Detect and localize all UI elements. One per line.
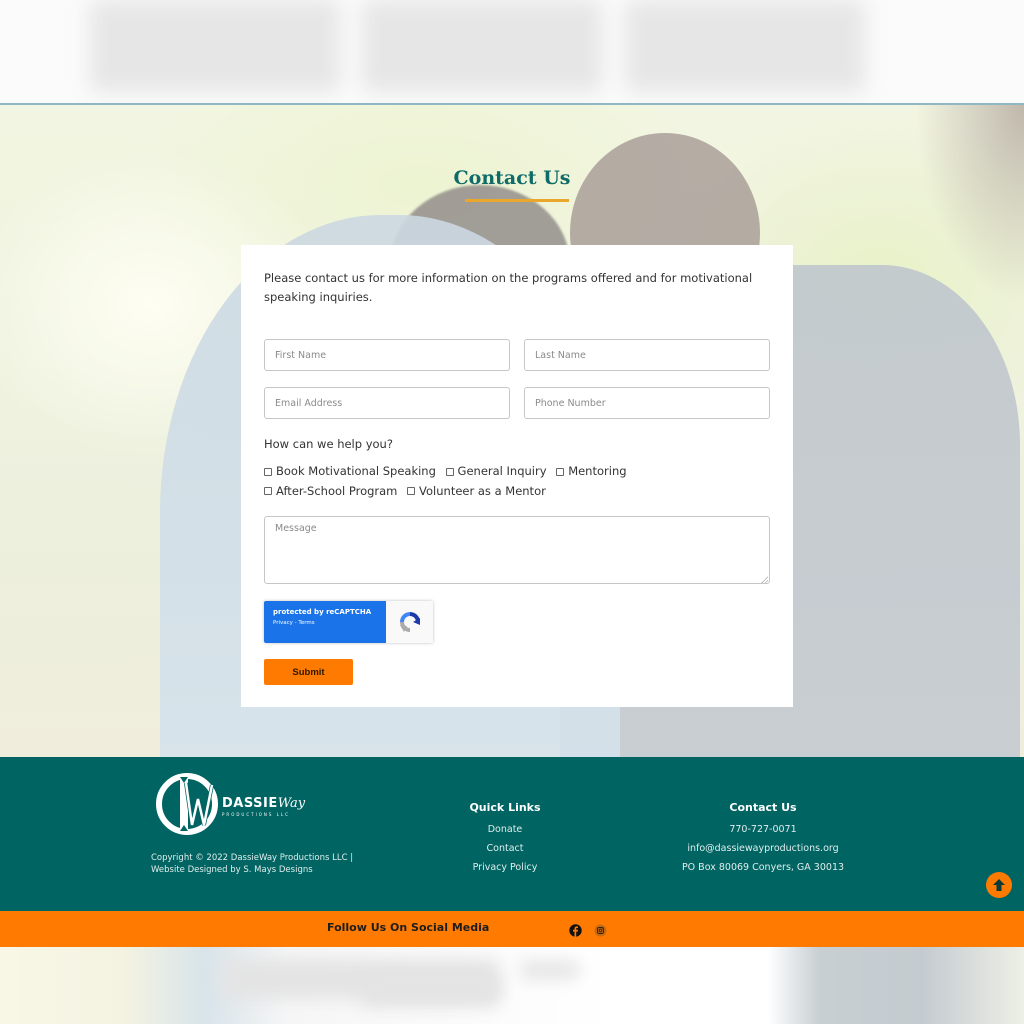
- blurred-card: [90, 0, 340, 92]
- recaptcha-protected-label: protected by reCAPTCHA: [273, 608, 372, 616]
- contact-form: Please contact us for more information o…: [241, 245, 793, 707]
- option-after-school-program[interactable]: After-School Program: [264, 482, 397, 501]
- brand-script: Way: [277, 795, 306, 811]
- copyright-line: Copyright © 2022 DassieWay Productions L…: [151, 853, 354, 863]
- checkbox[interactable]: [556, 467, 565, 476]
- blurred-card: [362, 0, 602, 92]
- quick-links: Quick Links Donate Contact Privacy Polic…: [445, 801, 565, 877]
- option-general-inquiry[interactable]: General Inquiry: [445, 462, 547, 481]
- help-options: Book Motivational Speaking General Inqui…: [264, 462, 764, 501]
- option-mentoring[interactable]: Mentoring: [556, 462, 627, 481]
- site-footer: DASSIEWay PRODUCTIONS LLC Copyright © 20…: [0, 757, 1024, 911]
- submit-button[interactable]: Submit: [264, 659, 353, 685]
- option-label: Book Motivational Speaking: [276, 464, 436, 478]
- last-name-field[interactable]: [524, 339, 770, 371]
- blurred-text: [520, 961, 580, 979]
- social-bar-label: Follow Us On Social Media: [327, 921, 490, 934]
- phone-field[interactable]: [524, 387, 770, 419]
- footer-contact-heading: Contact Us: [729, 801, 797, 814]
- checkbox[interactable]: [445, 467, 454, 476]
- blurred-card: [625, 0, 865, 92]
- recaptcha-badge[interactable]: protected by reCAPTCHA Privacy - Terms: [264, 601, 433, 643]
- footer-address: PO Box 80069 Conyers, GA 30013: [681, 862, 845, 873]
- dw-monogram-icon: [156, 773, 218, 835]
- quick-links-heading: Quick Links: [469, 801, 541, 814]
- scroll-to-top-button[interactable]: [986, 872, 1012, 898]
- footer-link-contact[interactable]: Contact: [445, 839, 565, 858]
- arrow-up-icon: [993, 879, 1005, 891]
- message-field[interactable]: [264, 516, 770, 584]
- footer-email-link[interactable]: info@dassiewayproductions.org: [655, 839, 871, 858]
- footer-link-privacy-policy[interactable]: Privacy Policy: [445, 858, 565, 877]
- option-label: General Inquiry: [457, 464, 547, 478]
- footer-phone-link[interactable]: 770-727-0071: [655, 820, 871, 839]
- contact-hero: Contact Us Please contact us for more in…: [0, 105, 1024, 757]
- first-name-field[interactable]: [264, 339, 510, 371]
- checkbox[interactable]: [407, 487, 416, 495]
- form-intro: Please contact us for more information o…: [264, 271, 753, 304]
- resize-handle[interactable]: [761, 576, 768, 583]
- option-label: Mentoring: [568, 464, 627, 478]
- blurred-previous-section: [0, 0, 1024, 104]
- recaptcha-privacy-terms-link[interactable]: Privacy - Terms: [273, 620, 386, 626]
- brand-wordmark: DASSIEWay PRODUCTIONS LLC: [222, 792, 305, 817]
- option-label: After-School Program: [276, 483, 398, 498]
- recaptcha-text: protected by reCAPTCHA Privacy - Terms: [264, 601, 386, 643]
- blurred-text: [360, 977, 500, 1007]
- copyright: Copyright © 2022 DassieWay Productions L…: [151, 852, 353, 876]
- instagram-icon[interactable]: [594, 922, 607, 937]
- brand-name: DASSIE: [222, 795, 278, 811]
- email-field[interactable]: [264, 387, 510, 419]
- option-label: Volunteer as a Mentor: [419, 483, 546, 498]
- blurred-next-section: [0, 947, 1024, 1024]
- social-bar: Follow Us On Social Media: [0, 911, 1024, 947]
- recaptcha-logo-icon: [386, 601, 433, 643]
- option-volunteer-as-mentor[interactable]: Volunteer as a Mentor: [407, 482, 546, 501]
- footer-contact: Contact Us 770-727-0071 info@dassiewaypr…: [655, 801, 871, 877]
- brand-logo[interactable]: DASSIEWay PRODUCTIONS LLC: [156, 773, 305, 835]
- checkbox[interactable]: [264, 487, 272, 495]
- option-book-motivational-speaking[interactable]: Book Motivational Speaking: [264, 462, 436, 481]
- section-title: Contact Us: [453, 167, 571, 189]
- brand-subtitle: PRODUCTIONS LLC: [222, 811, 290, 817]
- help-question-label: How can we help you?: [264, 437, 393, 451]
- footer-link-donate[interactable]: Donate: [445, 820, 565, 839]
- title-underline: [465, 199, 569, 202]
- facebook-icon[interactable]: [569, 922, 582, 937]
- checkbox[interactable]: [264, 467, 272, 476]
- designer-credit: Website Designed by S. Mays Designs: [151, 865, 313, 875]
